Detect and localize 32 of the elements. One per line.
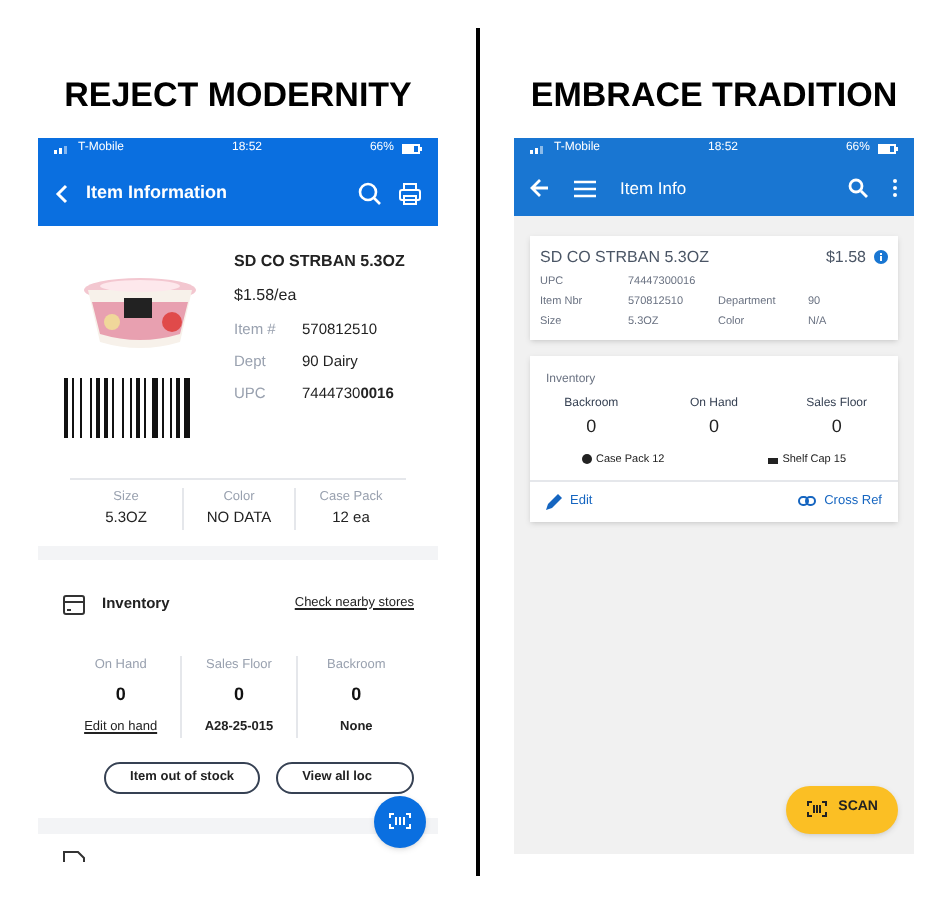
header-title: Item Info [620, 175, 689, 201]
meme-caption: REJECT MODERNITY [64, 74, 412, 118]
shelf-icon [768, 455, 779, 464]
signal-icon [530, 144, 546, 154]
scan-button[interactable] [374, 795, 426, 847]
product-name: SD CO STRBAN 5.3OZ [234, 249, 405, 273]
back-icon[interactable] [54, 183, 70, 203]
battery-icon [401, 144, 422, 154]
menu-icon[interactable] [574, 179, 596, 197]
signal-icon [54, 144, 70, 154]
stat-value: 0 [586, 414, 597, 441]
stat-value: 0 [233, 682, 244, 709]
header-title: Item Information [86, 179, 230, 206]
battery-icon [877, 144, 898, 154]
stat-value: 0 [351, 682, 362, 709]
search-icon[interactable] [848, 178, 868, 198]
info-icon[interactable] [874, 250, 888, 264]
search-icon[interactable] [358, 181, 382, 205]
meme-caption: EMBRACE TRADITION [530, 74, 898, 118]
scan-icon [388, 812, 412, 830]
item-name: SD CO STRBAN 5.3OZ [540, 245, 711, 269]
item-price: $1.58 [825, 245, 866, 269]
stat-value: 0 [831, 414, 842, 441]
product-price: $1.58/ea [234, 283, 299, 307]
printer-icon[interactable] [398, 181, 422, 205]
stat-value: 0 [708, 414, 719, 441]
link-icon [798, 496, 817, 507]
scan-icon [806, 800, 829, 818]
more-icon[interactable] [892, 178, 898, 198]
pencil-icon [546, 493, 562, 510]
stat-value: 0 [115, 682, 126, 709]
back-arrow-icon[interactable] [530, 178, 550, 198]
